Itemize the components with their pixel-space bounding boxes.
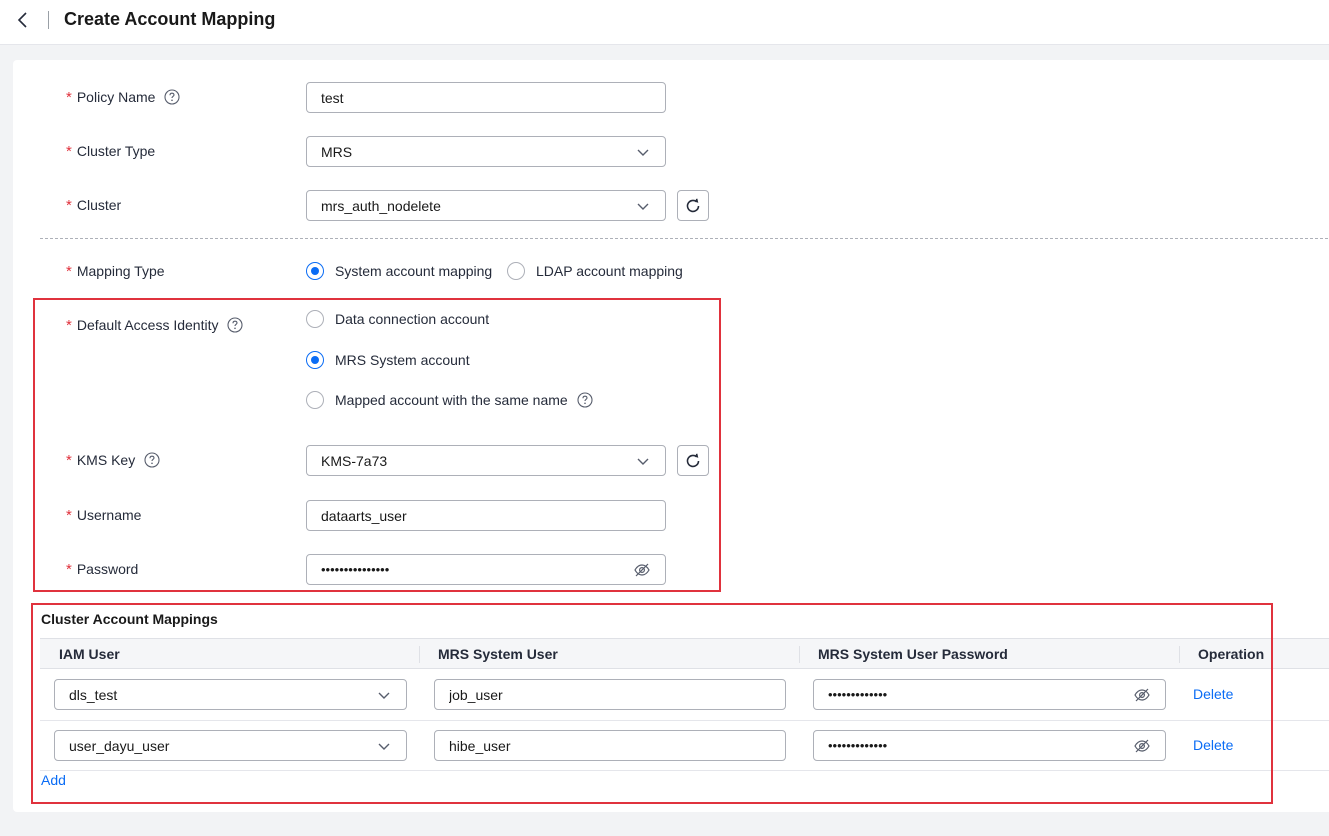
highlight-box [33, 298, 721, 592]
cluster-type-select[interactable]: MRS [306, 136, 666, 167]
header-divider [48, 11, 49, 29]
required-mark: * [66, 142, 72, 160]
policy-name-value: test [321, 89, 344, 106]
chevron-down-icon [637, 149, 649, 156]
cluster-select[interactable]: mrs_auth_nodelete [306, 190, 666, 221]
chevron-down-icon [637, 203, 649, 210]
section-divider [40, 238, 1329, 239]
required-mark: * [66, 196, 72, 214]
cluster-refresh-button[interactable] [677, 190, 709, 221]
required-mark: * [66, 262, 72, 280]
radio-ldap-account-mapping[interactable]: LDAP account mapping [507, 262, 683, 280]
cluster-label-text: Cluster [76, 197, 122, 213]
policy-name-input[interactable]: test [306, 82, 666, 113]
help-icon[interactable] [164, 89, 180, 105]
highlight-box [31, 603, 1273, 804]
page-title: Create Account Mapping [64, 9, 276, 29]
radio-label: LDAP account mapping [536, 263, 683, 279]
chevron-left-icon [17, 12, 27, 28]
mapping-type-label: * Mapping Type [66, 263, 165, 279]
mapping-type-label-text: Mapping Type [76, 263, 165, 279]
cluster-type-value: MRS [321, 143, 353, 160]
page-header: Create Account Mapping [0, 0, 1329, 45]
cluster-type-label-text: Cluster Type [76, 143, 156, 159]
radio-unselected-icon [507, 262, 525, 280]
form-card: * Policy Name test * Cluster Type MRS * … [13, 60, 1329, 812]
radio-label: System account mapping [335, 263, 493, 279]
policy-name-label-text: Policy Name [76, 89, 156, 105]
cluster-type-label: * Cluster Type [66, 143, 155, 159]
policy-name-label: * Policy Name [66, 89, 180, 105]
cluster-label: * Cluster [66, 197, 121, 213]
cluster-value: mrs_auth_nodelete [321, 197, 441, 214]
back-button[interactable] [12, 9, 34, 31]
required-mark: * [66, 88, 72, 106]
radio-selected-icon [306, 262, 324, 280]
refresh-icon [686, 198, 700, 212]
radio-system-account-mapping[interactable]: System account mapping [306, 262, 492, 280]
